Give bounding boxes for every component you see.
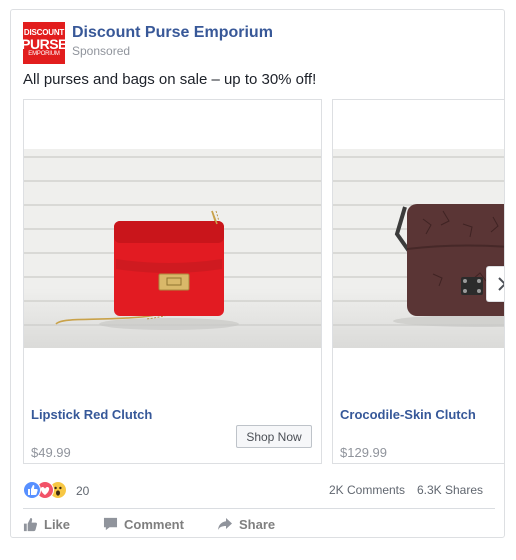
red-clutch-illustration [55, 210, 239, 330]
carousel-card-1[interactable]: Lipstick Red Clutch $49.99 Shop Now [23, 99, 322, 464]
comments-count[interactable]: 2K Comments [329, 483, 405, 497]
chevron-right-icon [498, 277, 504, 291]
croc-clutch-illustration [393, 204, 504, 327]
carousel-card-2[interactable]: Crocodile-Skin Clutch $129.99 [332, 99, 504, 464]
divider [23, 508, 495, 509]
like-label: Like [44, 516, 71, 532]
like-button[interactable]: Like [23, 515, 70, 533]
shares-count[interactable]: 6.3K Shares [417, 483, 483, 497]
thumbs-up-icon [23, 517, 38, 531]
reaction-icons[interactable]: 20 [23, 481, 89, 499]
post-stats: 20 2K Comments 6.3K Shares [23, 480, 495, 500]
comment-icon [103, 517, 118, 531]
page-name-link[interactable]: Discount Purse Emporium [72, 24, 273, 42]
product-carousel: Lipstick Red Clutch $49.99 Shop Now Croc… [23, 99, 504, 465]
comment-label: Comment [124, 516, 184, 532]
carousel-next-button[interactable] [486, 266, 504, 302]
comment-button[interactable]: Comment [103, 515, 184, 533]
logo-line-3: EMPORIUM [28, 51, 60, 57]
sponsored-post-card: DISCOUNT PURSE EMPORIUM Discount Purse E… [10, 9, 505, 538]
sponsored-label[interactable]: Sponsored [72, 44, 130, 58]
logo-line-2: PURSE [21, 36, 67, 52]
product-price: $49.99 [31, 445, 71, 460]
like-reaction-icon [23, 481, 41, 499]
share-label: Share [239, 516, 276, 532]
product-photo-croc-clutch [333, 149, 504, 348]
product-image-area[interactable] [333, 100, 504, 398]
share-icon [218, 518, 232, 530]
page-logo[interactable]: DISCOUNT PURSE EMPORIUM [21, 22, 67, 64]
product-photo-red-clutch [24, 149, 321, 348]
reaction-count[interactable]: 20 [76, 484, 89, 498]
share-button[interactable]: Share [217, 515, 275, 533]
product-title[interactable]: Lipstick Red Clutch [31, 407, 152, 422]
shop-now-button[interactable]: Shop Now [236, 425, 312, 448]
product-title[interactable]: Crocodile-Skin Clutch [340, 407, 476, 422]
product-image-area[interactable] [24, 100, 321, 398]
post-text: All purses and bags on sale – up to 30% … [23, 71, 317, 88]
product-price: $129.99 [340, 445, 387, 460]
